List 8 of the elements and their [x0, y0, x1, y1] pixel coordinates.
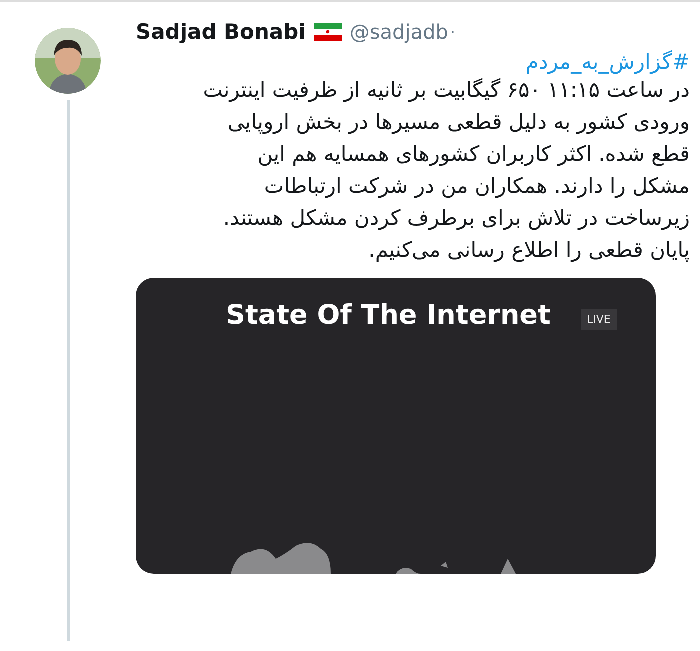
author-name[interactable]: Sadjad Bonabi — [136, 20, 306, 44]
live-badge: LIVE — [581, 309, 617, 330]
media-title: State Of The Internet — [226, 300, 551, 331]
author-handle[interactable]: @sadjadb — [350, 20, 448, 44]
hashtag-link[interactable]: #گزارش_به_مردم — [526, 50, 690, 74]
separator-dot: · — [450, 22, 456, 42]
tweet-text: در ساعت ۱۱:۱۵ ۶۵۰ گیگابیت بر ثانیه از ظرفیت اینترنت ورودی کشور به دلیل قطعی مسیرها در بخش اروپایی قطع شده. اکثر کاربران کشورهای همسایه هم این مشکل را دارند. همکاران من در شرکت ارتباطات زیرساخت در تلاش برای برطرف کردن مشکل هستند. پایان قطعی را اطلاع رسانی می‌کنیم. — [202, 77, 690, 264]
flag-icon — [314, 23, 342, 41]
